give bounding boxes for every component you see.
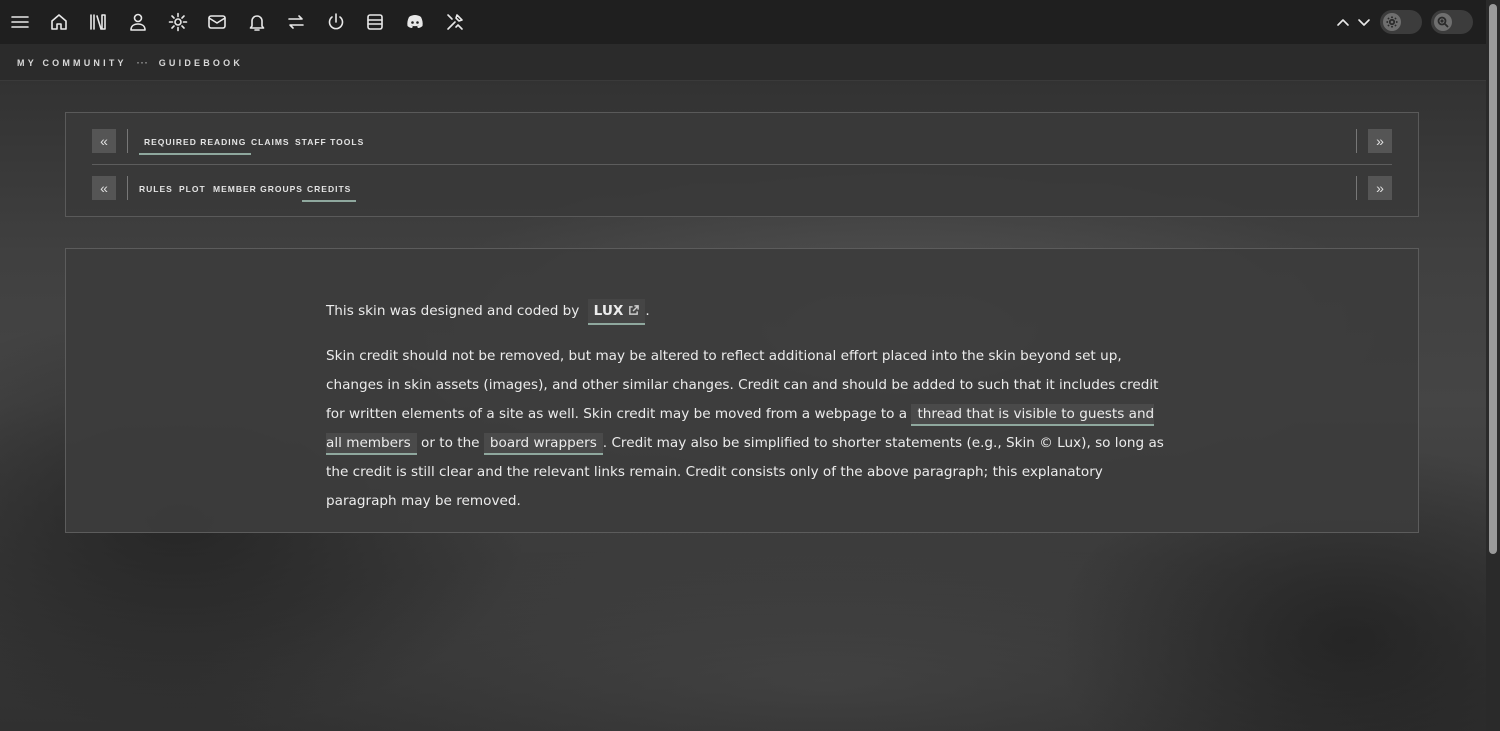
breadcrumb-separator: ··· <box>136 58 149 68</box>
library-icon[interactable] <box>87 11 109 33</box>
subtabs-prev-button[interactable]: « <box>92 176 116 200</box>
secondary-tab-row: « RULES PLOT MEMBER GROUPS CREDITS » <box>92 172 1392 208</box>
mail-icon[interactable] <box>206 11 228 33</box>
credit-period: . <box>645 303 650 319</box>
divider <box>127 129 128 153</box>
zoom-toggle[interactable] <box>1431 10 1473 34</box>
double-chevron-right-icon: » <box>1376 180 1384 196</box>
swap-icon[interactable] <box>285 11 307 33</box>
gear-icon[interactable] <box>167 11 189 33</box>
explanation-mid: or to the <box>421 435 480 451</box>
chevron-up-icon[interactable] <box>1332 11 1354 33</box>
tab-member-groups[interactable]: MEMBER GROUPS <box>213 184 303 200</box>
external-link-icon <box>629 305 640 315</box>
scrollbar-thumb[interactable] <box>1489 4 1497 554</box>
primary-tab-row: « REQUIRED READING CLAIMS STAFF TOOLS » <box>92 125 1392 165</box>
breadcrumb: MY COMMUNITY ··· GUIDEBOOK <box>17 58 243 68</box>
user-icon[interactable] <box>127 11 149 33</box>
menu-icon[interactable] <box>9 11 31 33</box>
power-icon[interactable] <box>325 11 347 33</box>
double-chevron-left-icon: « <box>100 133 108 149</box>
explanatory-paragraph: Skin credit should not be removed, but m… <box>326 342 1166 516</box>
credit-text: This skin was designed and coded by <box>326 303 580 319</box>
theme-toggle[interactable] <box>1380 10 1422 34</box>
chevron-down-icon[interactable] <box>1353 11 1375 33</box>
tab-required-reading[interactable]: REQUIRED READING <box>139 137 252 155</box>
tab-rules[interactable]: RULES <box>139 184 173 200</box>
scrollbar[interactable] <box>1486 0 1500 731</box>
divider <box>1356 129 1357 153</box>
top-navigation-bar <box>0 0 1486 44</box>
tab-claims[interactable]: CLAIMS <box>251 137 290 153</box>
home-icon[interactable] <box>48 11 70 33</box>
tab-navigation-panel: « REQUIRED READING CLAIMS STAFF TOOLS » … <box>65 112 1419 217</box>
double-chevron-right-icon: » <box>1376 133 1384 149</box>
breadcrumb-bar: MY COMMUNITY ··· GUIDEBOOK <box>0 44 1486 81</box>
breadcrumb-current[interactable]: GUIDEBOOK <box>159 58 243 68</box>
subtabs-next-button[interactable]: » <box>1368 176 1392 200</box>
archive-icon[interactable] <box>364 11 386 33</box>
tabs-next-button[interactable]: » <box>1368 129 1392 153</box>
divider <box>1356 176 1357 200</box>
tab-credits[interactable]: CREDITS <box>302 184 357 202</box>
board-wrappers-link[interactable]: board wrappers <box>483 433 603 455</box>
breadcrumb-home[interactable]: MY COMMUNITY <box>17 58 127 68</box>
lux-link-label: LUX <box>593 303 624 319</box>
credits-content-panel: This skin was designed and coded by LUX.… <box>65 248 1419 533</box>
credit-paragraph: This skin was designed and coded by LUX. <box>326 297 1166 326</box>
tabs-prev-button[interactable]: « <box>92 129 116 153</box>
tab-plot[interactable]: PLOT <box>179 184 206 200</box>
bell-icon[interactable] <box>246 11 268 33</box>
divider <box>127 176 128 200</box>
sun-icon <box>1383 13 1401 31</box>
zoom-icon <box>1434 13 1452 31</box>
discord-icon[interactable] <box>404 11 426 33</box>
tools-icon[interactable] <box>444 11 466 33</box>
lux-link[interactable]: LUX <box>587 299 646 325</box>
tab-staff-tools[interactable]: STAFF TOOLS <box>295 137 364 153</box>
double-chevron-left-icon: « <box>100 180 108 196</box>
credits-text: This skin was designed and coded by LUX.… <box>326 297 1166 516</box>
